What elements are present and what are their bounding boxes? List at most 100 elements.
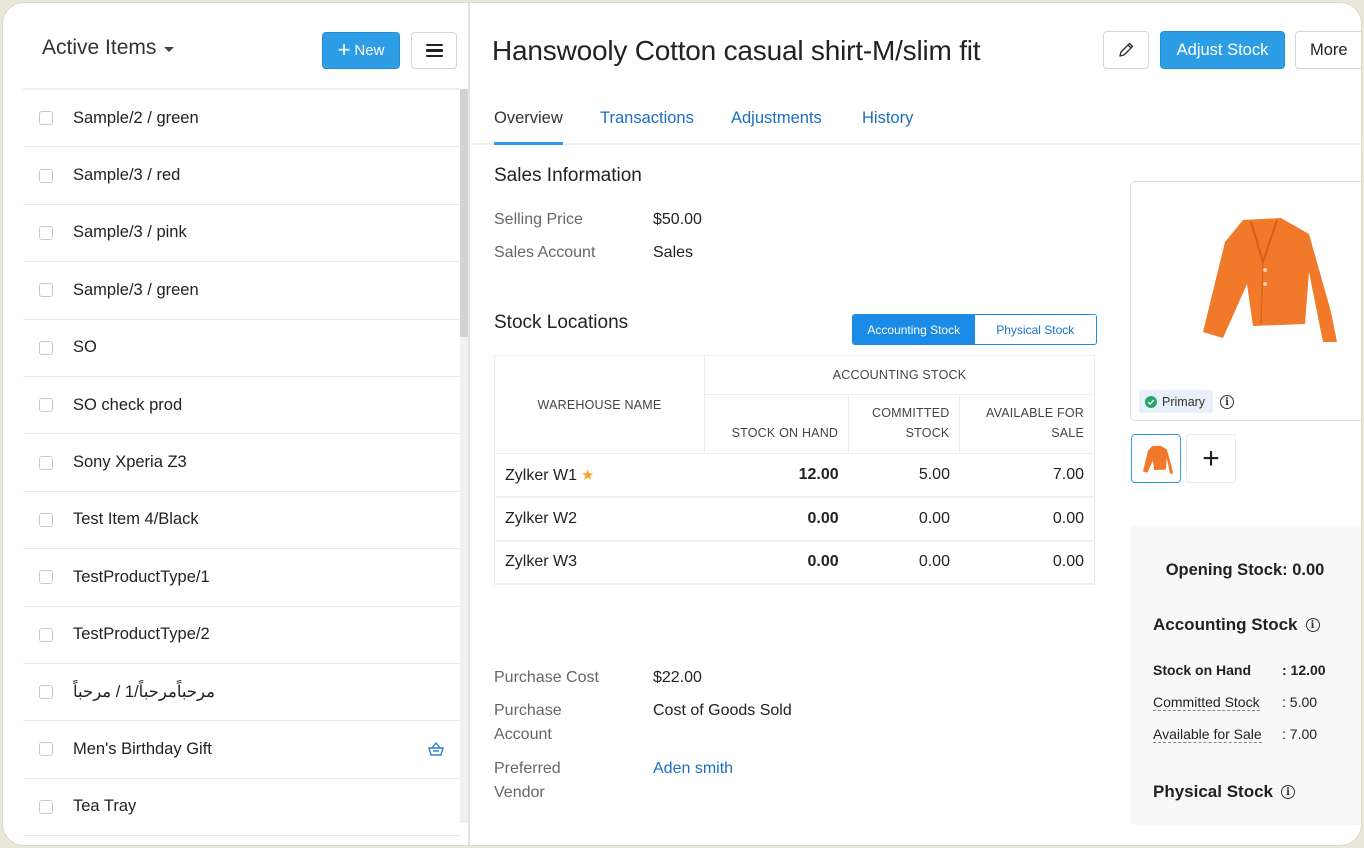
list-item[interactable]: SO check prod bbox=[23, 377, 459, 435]
stock-type-toggle: Accounting Stock Physical Stock bbox=[852, 314, 1097, 345]
list-item[interactable]: TestProductType/2 bbox=[23, 607, 459, 664]
item-name: Men's Birthday Gift bbox=[73, 739, 212, 758]
committed-stock-cell: 0.00 bbox=[848, 497, 960, 542]
tab-overview[interactable]: Overview bbox=[494, 109, 563, 145]
warehouse-name-header: WAREHOUSE NAME bbox=[494, 355, 705, 454]
available-for-sale-cell: 7.00 bbox=[959, 453, 1095, 498]
header-text: SALE bbox=[1051, 426, 1084, 440]
item-checkbox[interactable] bbox=[39, 225, 53, 240]
stock-on-hand-cell: 12.00 bbox=[704, 453, 849, 498]
purchase-account-value: Cost of Goods Sold bbox=[653, 702, 792, 719]
list-item[interactable]: SO bbox=[23, 320, 459, 377]
selling-price-value: $50.00 bbox=[653, 211, 702, 228]
item-name: Sony Xperia Z3 bbox=[73, 453, 187, 472]
label-line: Preferred bbox=[494, 760, 561, 777]
more-button[interactable]: More bbox=[1295, 31, 1361, 69]
available-for-sale-header: AVAILABLE FOR SALE bbox=[959, 394, 1095, 454]
image-thumbnail[interactable] bbox=[1131, 434, 1181, 483]
basket-icon bbox=[428, 742, 444, 757]
info-icon[interactable]: i bbox=[1281, 785, 1296, 799]
new-item-button[interactable]: + New bbox=[322, 32, 400, 69]
committed-stock-cell: 0.00 bbox=[848, 540, 960, 585]
info-icon[interactable]: i bbox=[1305, 618, 1320, 632]
warehouse-name: Zylker W2 bbox=[505, 509, 577, 527]
stock-on-hand-label: Stock on Hand bbox=[1153, 662, 1252, 678]
list-item[interactable]: TestProductType/1 bbox=[23, 549, 459, 607]
list-item[interactable]: Sample/3 / red bbox=[23, 147, 459, 205]
list-item[interactable]: Tea Tray bbox=[23, 779, 459, 837]
list-item[interactable]: Sample/3 / pink bbox=[23, 205, 459, 263]
item-checkbox[interactable] bbox=[39, 685, 53, 700]
scrollbar[interactable] bbox=[460, 89, 468, 823]
list-item[interactable]: Sony Xperia Z3 bbox=[23, 434, 459, 492]
scrollbar-thumb[interactable] bbox=[460, 89, 468, 337]
item-checkbox[interactable] bbox=[39, 570, 53, 585]
item-checkbox[interactable] bbox=[39, 512, 53, 527]
list-item[interactable]: مرحباًمرحباً/1 / مرحباً bbox=[23, 664, 459, 722]
list-item[interactable]: Sample/3 / green bbox=[23, 262, 459, 320]
item-checkbox[interactable] bbox=[39, 340, 53, 355]
item-name: Sample/3 / red bbox=[73, 166, 181, 185]
info-icon[interactable]: i bbox=[1220, 395, 1234, 409]
item-detail: Hanswooly Cotton casual shirt-M/slim fit… bbox=[472, 3, 1361, 845]
item-checkbox[interactable] bbox=[39, 283, 53, 298]
committed-stock-cell: 5.00 bbox=[848, 453, 960, 498]
item-checkbox[interactable] bbox=[39, 168, 53, 183]
items-sidebar: Active Items + New Sample/2 / green Sampl… bbox=[3, 3, 470, 845]
item-checkbox[interactable] bbox=[39, 742, 53, 757]
heading-text: Accounting Stock bbox=[1153, 615, 1298, 634]
star-icon: ★ bbox=[581, 466, 595, 484]
add-image-button[interactable]: + bbox=[1186, 434, 1236, 483]
stock-on-hand-cell: 0.00 bbox=[704, 540, 849, 585]
shirt-image[interactable] bbox=[1181, 212, 1341, 342]
item-name: Sample/3 / green bbox=[73, 280, 199, 299]
tab-history[interactable]: History bbox=[862, 109, 913, 142]
list-item[interactable]: Men's Birthday Gift bbox=[23, 721, 459, 779]
purchase-cost-value: $22.00 bbox=[653, 669, 702, 686]
list-item[interactable]: Sample/2 / green bbox=[23, 90, 459, 148]
selling-price-label: Selling Price bbox=[494, 211, 583, 228]
item-checkbox[interactable] bbox=[39, 455, 53, 470]
active-items-filter[interactable]: Active Items bbox=[42, 36, 175, 60]
available-for-sale-value: : 7.00 bbox=[1282, 726, 1318, 742]
edit-button[interactable] bbox=[1103, 31, 1149, 69]
header-text: STOCK bbox=[905, 426, 950, 440]
preferred-vendor-link[interactable]: Aden smith bbox=[653, 757, 733, 781]
warehouse-name: Zylker W1 bbox=[505, 466, 577, 484]
warehouse-name-cell: Zylker W2 bbox=[494, 497, 705, 542]
item-name: SO check prod bbox=[73, 395, 183, 414]
item-name: مرحباًمرحباً/1 / مرحباً bbox=[73, 683, 215, 702]
check-circle-icon bbox=[1145, 395, 1157, 408]
item-checkbox[interactable] bbox=[39, 398, 53, 413]
committed-stock-label[interactable]: Committed Stock bbox=[1153, 694, 1260, 711]
accounting-stock-toggle[interactable]: Accounting Stock bbox=[853, 315, 975, 344]
menu-line bbox=[425, 54, 443, 58]
physical-stock-toggle[interactable]: Physical Stock bbox=[974, 315, 1096, 344]
plus-icon: + bbox=[337, 36, 351, 62]
header-text: AVAILABLE FOR bbox=[985, 406, 1084, 420]
sales-account-value: Sales bbox=[653, 244, 694, 261]
tab-bar: Overview Transactions Adjustments Histor… bbox=[472, 99, 1361, 145]
adjust-stock-button[interactable]: Adjust Stock bbox=[1160, 31, 1285, 69]
purchase-cost-label: Purchase Cost bbox=[494, 669, 599, 686]
header-text: COMMITTED bbox=[871, 406, 950, 420]
new-button-label: New bbox=[354, 42, 385, 59]
table-row: Zylker W2 0.00 0.00 0.00 bbox=[494, 497, 1095, 542]
item-name: Tea Tray bbox=[73, 797, 137, 816]
tab-transactions[interactable]: Transactions bbox=[600, 109, 694, 142]
list-item[interactable]: Test Item 4/Black bbox=[23, 492, 459, 550]
physical-stock-heading: Physical Stock i bbox=[1153, 782, 1296, 802]
hamburger-menu-button[interactable] bbox=[411, 32, 457, 69]
sales-account-label: Sales Account bbox=[494, 244, 596, 261]
warehouse-name-cell: Zylker W3 bbox=[494, 540, 705, 585]
item-name: TestProductType/1 bbox=[73, 567, 210, 586]
stock-on-hand-value: : 12.00 bbox=[1282, 662, 1326, 678]
stock-locations-table: WAREHOUSE NAME ACCOUNTING STOCK STOCK ON… bbox=[494, 354, 1095, 585]
item-list: Sample/2 / green Sample/3 / red Sample/3 /… bbox=[23, 88, 459, 837]
tab-adjustments[interactable]: Adjustments bbox=[731, 109, 822, 142]
item-checkbox[interactable] bbox=[39, 627, 53, 642]
item-checkbox[interactable] bbox=[39, 111, 53, 126]
available-for-sale-label[interactable]: Available for Sale bbox=[1153, 726, 1262, 743]
item-checkbox[interactable] bbox=[39, 799, 53, 814]
available-for-sale-cell: 0.00 bbox=[959, 497, 1095, 542]
